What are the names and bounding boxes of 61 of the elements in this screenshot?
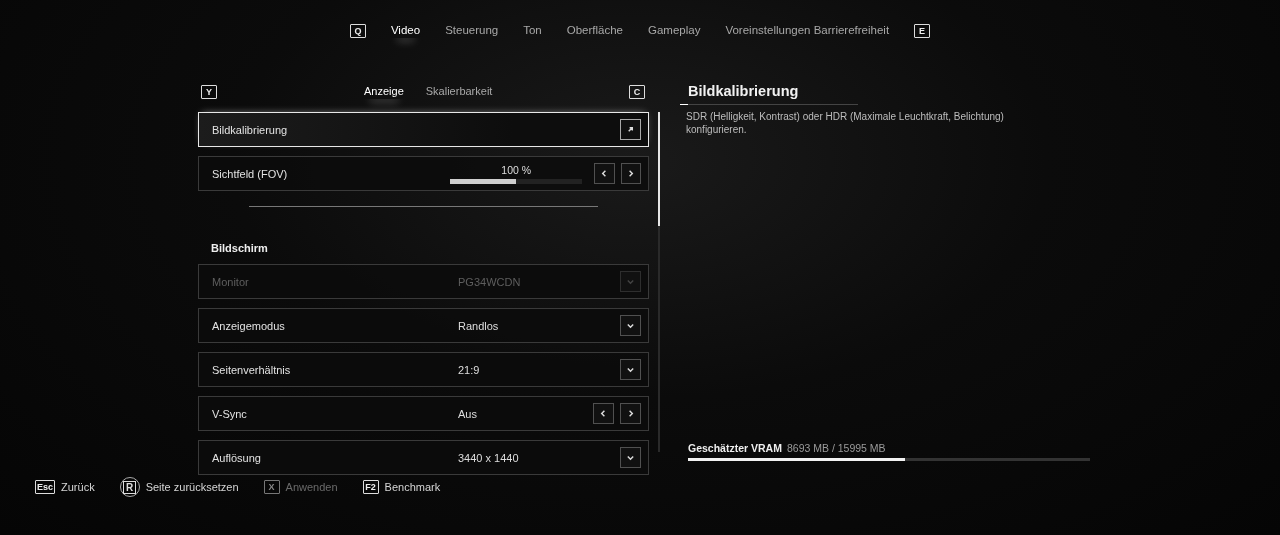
- setting-label: V-Sync: [212, 407, 248, 420]
- setting-row[interactable]: Seitenverhältnis 21:9: [198, 352, 649, 387]
- open-link-button[interactable]: [620, 119, 641, 140]
- setting-value: Aus: [458, 407, 478, 420]
- setting-row[interactable]: V-Sync Aus: [198, 396, 649, 431]
- action-label[interactable]: Zurück: [61, 481, 95, 493]
- category-tab[interactable]: Video: [390, 24, 421, 38]
- chevron-right-icon: [626, 409, 635, 418]
- action-label[interactable]: Benchmark: [384, 481, 441, 493]
- setting-row[interactable]: Anzeigemodus Randlos: [198, 308, 649, 343]
- category-tab[interactable]: Voreinstellungen Barrierefreiheit: [725, 24, 890, 38]
- key-hint: C: [629, 84, 645, 99]
- dropdown-button[interactable]: [620, 315, 641, 336]
- subcategory-tab[interactable]: Skalierbarkeit: [425, 84, 493, 99]
- previous-button[interactable]: [593, 403, 614, 424]
- setting-label: Sichtfeld (FOV): [212, 167, 289, 180]
- setting-value: 21:9: [458, 363, 481, 376]
- next-button[interactable]: [620, 403, 641, 424]
- setting-value: 3440 x 1440: [458, 451, 520, 464]
- key-hint: X: [263, 480, 280, 494]
- chevron-down-icon: [626, 321, 635, 330]
- category-tab[interactable]: Oberfläche: [566, 24, 623, 38]
- key-hint: F2: [362, 480, 379, 494]
- subcategory-tab[interactable]: Anzeige: [364, 84, 404, 99]
- dropdown-button[interactable]: [620, 359, 641, 380]
- key-hint: Q: [349, 24, 366, 38]
- detail-title: Bildkalibrierung: [687, 83, 800, 99]
- detail-description: SDR (Helligkeit, Kontrast) oder HDR (Maximale Leuchtkraft, Belichtung) konfigurieren.: [685, 110, 1005, 136]
- setting-value: PG34WCDN: [458, 275, 522, 288]
- chevron-left-icon: [599, 409, 608, 418]
- chevron-down-icon: [626, 453, 635, 462]
- slider-track[interactable]: [450, 178, 583, 184]
- key-hint: Esc: [35, 480, 55, 494]
- slider-value: 100 %: [501, 163, 532, 176]
- setting-row[interactable]: Auflösung 3440 x 1440: [198, 440, 649, 475]
- setting-row[interactable]: Sichtfeld (FOV) 100 %: [198, 156, 649, 191]
- vram-label: Geschätzter VRAM: [688, 442, 782, 454]
- chevron-down-icon: [626, 365, 635, 374]
- action-label[interactable]: Seite zurücksetzen: [145, 481, 239, 493]
- setting-value: Randlos: [458, 319, 500, 332]
- key-hint: E: [914, 24, 931, 38]
- setting-label: Auflösung: [212, 451, 262, 464]
- category-tab[interactable]: Steuerung: [445, 24, 499, 38]
- setting-row[interactable]: Bildkalibrierung: [198, 112, 649, 147]
- chevron-right-icon: [626, 169, 636, 178]
- next-button[interactable]: [620, 163, 641, 184]
- category-tab[interactable]: Ton: [523, 24, 542, 38]
- dropdown-button[interactable]: [620, 447, 641, 468]
- chevron-left-icon: [599, 169, 609, 178]
- setting-label: Seitenverhältnis: [212, 363, 292, 376]
- chevron-down-icon: [626, 277, 635, 286]
- setting-label: Bildkalibrierung: [212, 123, 289, 136]
- key-hint: Y: [201, 84, 217, 99]
- setting-label: Monitor: [212, 275, 250, 288]
- scrollbar[interactable]: [658, 112, 660, 452]
- setting-label: Anzeigemodus: [212, 319, 286, 332]
- section-heading: Bildschirm: [210, 241, 269, 255]
- arrow-up-right-icon: [626, 125, 635, 134]
- category-tab[interactable]: Gameplay: [648, 24, 701, 38]
- vram-value: 8693 MB / 15995 MB: [786, 442, 886, 454]
- previous-button[interactable]: [594, 163, 615, 184]
